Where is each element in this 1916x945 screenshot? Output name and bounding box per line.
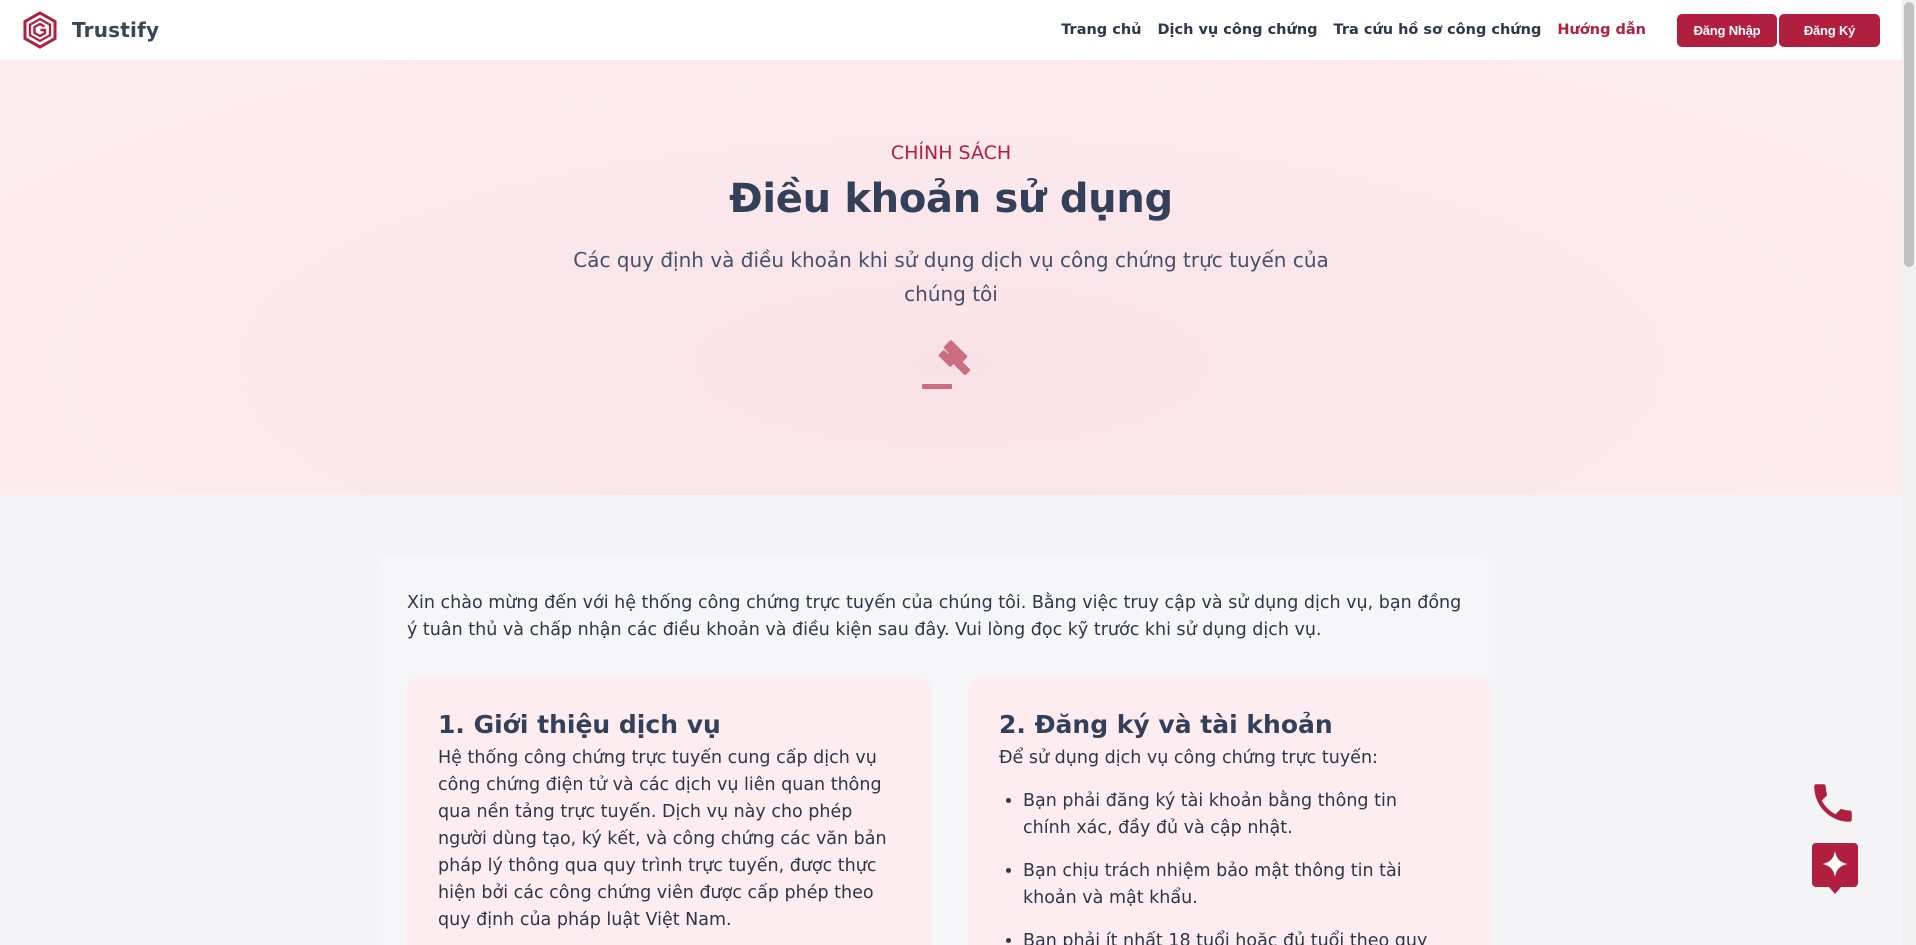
auth-buttons: Đăng Nhập Đăng Ký: [1677, 13, 1880, 47]
hero-kicker: CHÍNH SÁCH: [890, 142, 1012, 164]
nav-link-lookup-records[interactable]: Tra cứu hồ sơ công chứng: [1334, 22, 1542, 38]
sparkle-chat-icon[interactable]: [1812, 843, 1858, 895]
section-service-intro: 1. Giới thiệu dịch vụ Hệ thống công chứn…: [407, 678, 932, 945]
section-title: 2. Đăng ký và tài khoản: [999, 710, 1333, 739]
hero-banner: CHÍNH SÁCH Điều khoản sử dụng Các quy đị…: [0, 60, 1902, 495]
terms-intro: Xin chào mừng đến với hệ thống công chứn…: [407, 593, 1462, 640]
page-scrollbar[interactable]: [1902, 0, 1916, 945]
section-body: Để sử dụng dịch vụ công chứng trực tuyến…: [999, 748, 1378, 768]
register-button[interactable]: Đăng Ký: [1779, 13, 1880, 47]
list-item: Bạn phải đăng ký tài khoản bằng thông ti…: [1023, 788, 1463, 842]
section-registration-account: 2. Đăng ký và tài khoản Để sử dụng dịch …: [968, 678, 1493, 945]
nav-link-home[interactable]: Trang chủ: [1061, 22, 1141, 38]
main-nav: Trang chủ Dịch vụ công chứng Tra cứu hồ …: [1061, 22, 1646, 38]
list-item: Bạn phải ít nhất 18 tuổi hoặc đủ tuổi th…: [1023, 928, 1463, 945]
nav-link-notary-services[interactable]: Dịch vụ công chứng: [1157, 22, 1317, 38]
login-button[interactable]: Đăng Nhập: [1677, 13, 1777, 47]
trustify-logo-icon: [23, 11, 57, 49]
section-title: 1. Giới thiệu dịch vụ: [438, 710, 721, 739]
scrollbar-thumb[interactable]: [1904, 2, 1914, 267]
list-item: Bạn chịu trách nhiệm bảo mật thông tin t…: [1023, 858, 1463, 912]
hero-subtitle: Các quy định và điều khoản khi sử dụng d…: [573, 248, 1329, 306]
top-navbar: Trustify Trang chủ Dịch vụ công chứng Tr…: [0, 0, 1902, 60]
page-title: Điều khoản sử dụng: [729, 176, 1173, 222]
brand-name: Trustify: [72, 18, 160, 42]
requirements-list: Bạn phải đăng ký tài khoản bằng thông ti…: [999, 788, 1463, 945]
section-body: Hệ thống công chứng trực tuyến cung cấp …: [438, 748, 887, 930]
nav-link-guide[interactable]: Hướng dẫn: [1557, 22, 1646, 38]
phone-icon[interactable]: [1808, 778, 1858, 828]
brand[interactable]: Trustify: [22, 11, 159, 49]
gavel-icon: [922, 340, 971, 389]
